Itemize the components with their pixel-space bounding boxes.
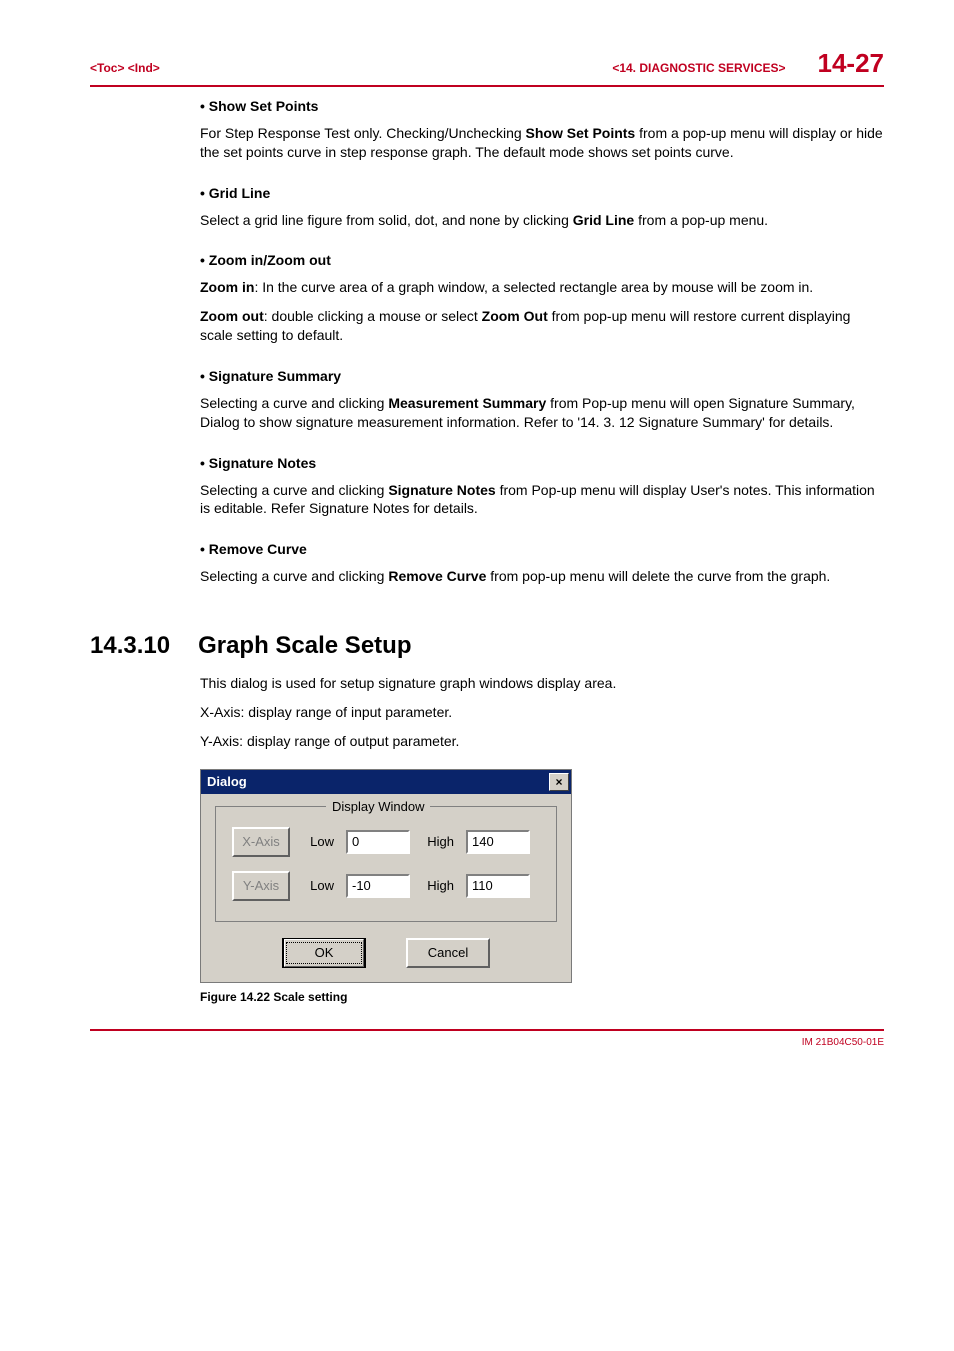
text: from a pop-up menu. (634, 212, 768, 228)
close-icon: × (555, 776, 562, 788)
ok-button-label: OK (284, 939, 364, 967)
text: Selecting a curve and clicking (200, 395, 388, 411)
x-high-input[interactable] (466, 830, 530, 854)
text: from pop-up menu will delete the curve f… (486, 568, 830, 584)
para-zoom-out: Zoom out: double clicking a mouse or sel… (200, 307, 884, 345)
text: For Step Response Test only. Checking/Un… (200, 125, 526, 141)
para-grid-line: Select a grid line figure from solid, do… (200, 211, 884, 230)
footer-rule (90, 1029, 884, 1031)
section-title: Graph Scale Setup (198, 632, 411, 660)
x-axis-button[interactable]: X-Axis (232, 827, 290, 857)
text: Select a grid line figure from solid, do… (200, 212, 573, 228)
y-high-label: High (422, 877, 454, 895)
text-bold: Signature Notes (388, 482, 495, 498)
close-button[interactable]: × (549, 773, 569, 791)
text-bold: Zoom in (200, 279, 254, 295)
groupbox-legend: Display Window (326, 798, 430, 816)
heading-sig-summary: Signature Summary (200, 367, 884, 386)
para-zoom-in: Zoom in: In the curve area of a graph wi… (200, 278, 884, 297)
para-sig-summary: Selecting a curve and clicking Measureme… (200, 394, 884, 432)
heading-sig-notes: Signature Notes (200, 454, 884, 473)
section-heading: 14.3.10 Graph Scale Setup (90, 632, 884, 660)
para-sig-notes: Selecting a curve and clicking Signature… (200, 481, 884, 519)
para-xaxis-desc: X-Axis: display range of input parameter… (200, 703, 884, 722)
x-low-input[interactable] (346, 830, 410, 854)
figure-caption: Figure 14.22 Scale setting (200, 989, 884, 1005)
y-low-input[interactable] (346, 874, 410, 898)
text-bold: Grid Line (573, 212, 634, 228)
footer-doc-id: IM 21B04C50-01E (90, 1037, 884, 1048)
x-axis-row: X-Axis Low High (232, 827, 540, 857)
cancel-button[interactable]: Cancel (406, 938, 490, 968)
y-high-input[interactable] (466, 874, 530, 898)
header-toc-ind[interactable]: <Toc> <Ind> (90, 61, 160, 75)
header-section-title: <14. DIAGNOSTIC SERVICES> (612, 61, 785, 75)
text: Selecting a curve and clicking (200, 482, 388, 498)
x-high-label: High (422, 833, 454, 851)
page-header: <Toc> <Ind> <14. DIAGNOSTIC SERVICES> 14… (90, 48, 884, 79)
text-bold: Show Set Points (526, 125, 636, 141)
text-bold: Zoom out (200, 308, 264, 324)
text: : In the curve area of a graph window, a… (254, 279, 813, 295)
section-number: 14.3.10 (90, 632, 170, 660)
page-number: 14-27 (818, 48, 885, 79)
scale-dialog: Dialog × Display Window X-Axis Low High (200, 769, 572, 983)
heading-grid-line: Grid Line (200, 184, 884, 203)
text-bold: Remove Curve (388, 568, 486, 584)
heading-remove-curve: Remove Curve (200, 540, 884, 559)
ok-button[interactable]: OK (282, 938, 366, 968)
dialog-titlebar: Dialog × (201, 770, 571, 794)
para-remove-curve: Selecting a curve and clicking Remove Cu… (200, 567, 884, 586)
y-low-label: Low (302, 877, 334, 895)
dialog-title-text: Dialog (207, 773, 247, 791)
display-window-group: Display Window X-Axis Low High Y-Axis Lo… (215, 806, 557, 922)
text: : double clicking a mouse or select (264, 308, 482, 324)
para-yaxis-desc: Y-Axis: display range of output paramete… (200, 732, 884, 751)
para-show-set-points: For Step Response Test only. Checking/Un… (200, 124, 884, 162)
header-rule (90, 85, 884, 87)
y-axis-row: Y-Axis Low High (232, 871, 540, 901)
x-low-label: Low (302, 833, 334, 851)
heading-zoom: Zoom in/Zoom out (200, 251, 884, 270)
heading-show-set-points: Show Set Points (200, 97, 884, 116)
text-bold: Zoom Out (482, 308, 548, 324)
text-bold: Measurement Summary (388, 395, 546, 411)
text: Selecting a curve and clicking (200, 568, 388, 584)
para-scale-intro: This dialog is used for setup signature … (200, 674, 884, 693)
y-axis-button[interactable]: Y-Axis (232, 871, 290, 901)
